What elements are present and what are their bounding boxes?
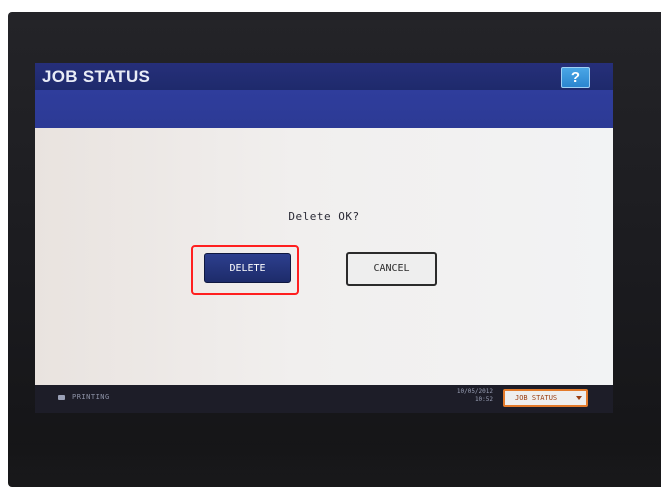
datetime: 10/05/2012 10:52 bbox=[437, 388, 493, 404]
page-title: JOB STATUS bbox=[42, 67, 151, 86]
time-text: 10:52 bbox=[474, 396, 493, 403]
chevron-down-icon bbox=[576, 396, 582, 400]
title-bar: JOB STATUS ? bbox=[35, 63, 613, 90]
date-text: 10/05/2012 bbox=[456, 388, 493, 395]
confirm-message: Delete OK? bbox=[288, 210, 360, 223]
photo-frame: JOB STATUS ? Delete OK? DELETE CANCEL PR… bbox=[0, 0, 661, 497]
help-button[interactable]: ? bbox=[561, 67, 590, 88]
lower-bezel bbox=[8, 440, 661, 487]
status-text: PRINTING bbox=[72, 393, 110, 401]
delete-button[interactable]: DELETE bbox=[204, 253, 291, 283]
status-bar: PRINTING 10/05/2012 10:52 JOB STATUS bbox=[35, 385, 613, 413]
touch-screen: JOB STATUS ? Delete OK? DELETE CANCEL PR… bbox=[35, 63, 613, 413]
job-status-button[interactable]: JOB STATUS bbox=[503, 389, 588, 407]
printer-icon bbox=[58, 395, 65, 400]
cancel-button[interactable]: CANCEL bbox=[346, 252, 437, 286]
dialog-content: Delete OK? DELETE CANCEL bbox=[35, 128, 613, 385]
job-status-label: JOB STATUS bbox=[515, 394, 558, 402]
header-band bbox=[35, 90, 613, 128]
